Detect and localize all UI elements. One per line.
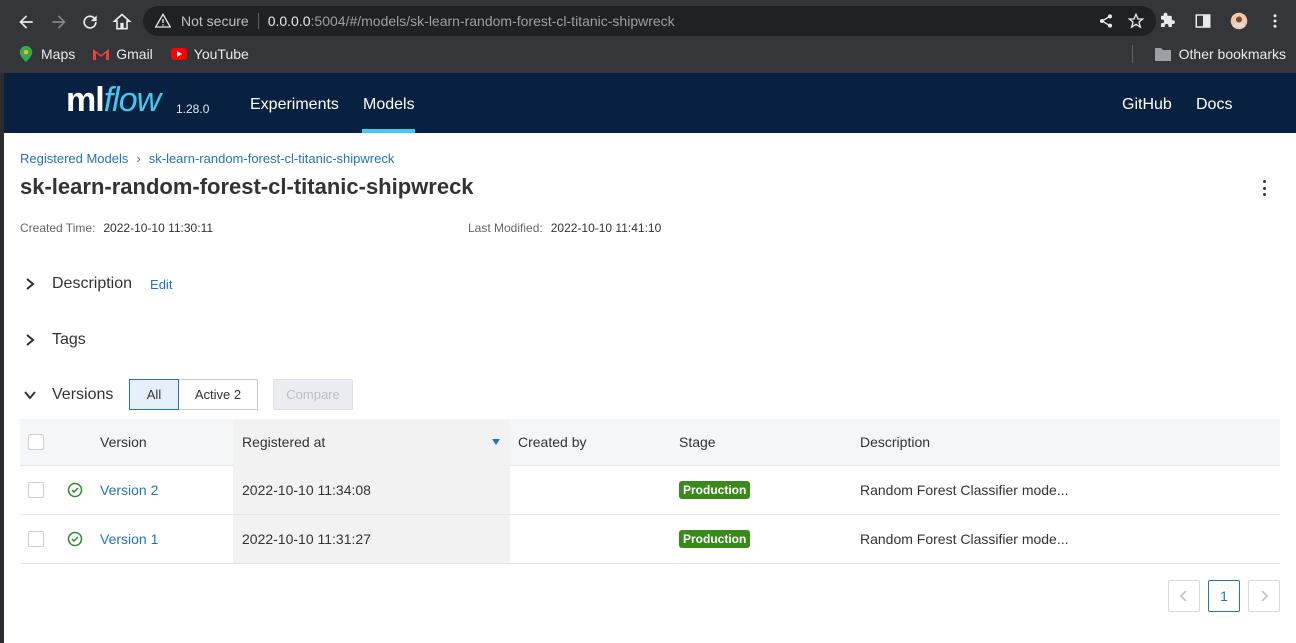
url-path: :5004/#/models/sk-learn-random-forest-cl…	[310, 13, 675, 29]
address-bar[interactable]: Not secure 0.0.0.0:5004/#/models/sk-lear…	[143, 6, 1156, 36]
folder-icon	[1154, 48, 1171, 61]
chevron-right-icon: ›	[136, 151, 141, 166]
row-checkbox[interactable]	[28, 531, 44, 547]
logo-ml: ml	[66, 81, 105, 119]
other-bookmarks[interactable]: Other bookmarks	[1154, 46, 1286, 62]
page-title: sk-learn-random-forest-cl-titanic-shipwr…	[20, 174, 474, 199]
bookmark-label: Gmail	[116, 46, 153, 62]
table-row: Version 1 2022-10-10 11:31:27 Production…	[20, 515, 1280, 564]
edit-description-link[interactable]: Edit	[150, 277, 172, 292]
row-checkbox[interactable]	[28, 482, 44, 498]
bookmark-youtube[interactable]: YouTube	[170, 46, 249, 62]
description-cell: Random Forest Classifier mode...	[860, 531, 1069, 547]
prev-page-button[interactable]	[1168, 580, 1200, 612]
created-time: Created Time: 2022-10-10 11:30:11	[20, 221, 213, 235]
version-link[interactable]: Version 1	[100, 531, 158, 547]
reload-icon[interactable]	[76, 8, 104, 36]
bookmarks-bar: Maps Gmail YouTube Other bookmarks	[0, 40, 1296, 68]
stage-badge: Production	[679, 481, 751, 499]
version-filter: All Active 2	[129, 379, 258, 410]
filter-all-button[interactable]: All	[129, 379, 179, 410]
bookmark-star-icon[interactable]	[1128, 13, 1144, 29]
warning-icon	[155, 13, 171, 28]
description-cell: Random Forest Classifier mode...	[860, 482, 1069, 498]
tags-section[interactable]: Tags	[20, 330, 86, 350]
created-time-value: 2022-10-10 11:30:11	[103, 221, 214, 235]
logo-flow: flow	[103, 81, 161, 119]
version-label: 1.28.0	[176, 102, 210, 116]
profile-avatar[interactable]	[1230, 12, 1248, 30]
check-circle-icon	[67, 482, 83, 498]
chevron-left-icon	[1180, 590, 1187, 602]
created-time-label: Created Time:	[20, 221, 96, 235]
extensions-icon[interactable]	[1158, 12, 1176, 30]
other-bookmarks-label: Other bookmarks	[1178, 46, 1286, 62]
select-all-checkbox[interactable]	[28, 434, 44, 450]
page-content: mlflow 1.28.0 Experiments Models GitHub …	[4, 73, 1296, 643]
table-row: Version 2 2022-10-10 11:34:08 Production…	[20, 466, 1280, 515]
description-section[interactable]: Description Edit	[20, 274, 172, 294]
chevron-right-icon[interactable]	[20, 274, 40, 294]
side-panel-icon[interactable]	[1194, 12, 1212, 30]
breadcrumb-current-model[interactable]: sk-learn-random-forest-cl-titanic-shipwr…	[149, 151, 395, 166]
header-created-by[interactable]: Created by	[518, 434, 586, 450]
next-page-button[interactable]	[1248, 580, 1280, 612]
gmail-icon	[93, 46, 110, 62]
forward-arrow-icon[interactable]	[45, 8, 73, 36]
more-options-icon[interactable]	[1258, 178, 1270, 198]
description-title: Description	[52, 275, 133, 292]
breadcrumb: Registered Models › sk-learn-random-fore…	[20, 151, 394, 166]
home-icon[interactable]	[108, 8, 136, 36]
last-modified: Last Modified: 2022-10-10 11:41:10	[468, 221, 661, 235]
tags-title: Tags	[52, 331, 86, 348]
bookmark-label: Maps	[41, 46, 76, 62]
url-host: 0.0.0.0	[267, 13, 311, 29]
last-modified-label: Last Modified:	[468, 221, 543, 235]
last-modified-value: 2022-10-10 11:41:10	[550, 221, 662, 235]
header-description[interactable]: Description	[860, 434, 930, 450]
chevron-right-icon	[1261, 590, 1268, 602]
page-1-button[interactable]: 1	[1208, 580, 1240, 612]
youtube-icon	[170, 46, 187, 62]
mlflow-logo[interactable]: mlflow	[66, 81, 161, 120]
nav-experiments[interactable]: Experiments	[250, 96, 339, 114]
check-circle-icon	[67, 531, 83, 547]
bookmark-maps[interactable]: Maps	[18, 46, 75, 62]
versions-section[interactable]: Versions	[20, 385, 113, 405]
stage-badge: Production	[679, 530, 751, 548]
registered-at-cell: 2022-10-10 11:34:08	[242, 482, 371, 498]
header-version[interactable]: Version	[100, 434, 147, 450]
nav-docs[interactable]: Docs	[1196, 96, 1232, 114]
separator	[257, 13, 259, 29]
bookmarks-divider	[1132, 45, 1133, 63]
versions-table: Version Registered at Created by Stage D…	[20, 419, 1280, 564]
nav-models[interactable]: Models	[363, 96, 415, 114]
header-registered-at[interactable]: Registered at	[242, 434, 325, 450]
chevron-down-icon[interactable]	[20, 385, 40, 405]
chevron-right-icon[interactable]	[20, 330, 40, 350]
table-header: Version Registered at Created by Stage D…	[20, 419, 1280, 564]
back-arrow-icon[interactable]	[12, 8, 40, 36]
registered-at-cell: 2022-10-10 11:31:27	[242, 531, 371, 547]
share-icon[interactable]	[1098, 13, 1114, 29]
filter-active-button[interactable]: Active 2	[179, 379, 258, 410]
version-link[interactable]: Version 2	[100, 482, 158, 498]
maps-pin-icon	[18, 46, 34, 62]
header-stage[interactable]: Stage	[679, 434, 716, 450]
bookmark-gmail[interactable]: Gmail	[93, 46, 153, 62]
bookmark-label: YouTube	[193, 46, 249, 62]
nav-active-indicator	[362, 129, 415, 133]
breadcrumb-registered-models[interactable]: Registered Models	[20, 151, 128, 166]
not-secure-label: Not secure	[181, 13, 249, 29]
sort-descending-icon[interactable]	[492, 439, 500, 445]
app-header: mlflow 1.28.0 Experiments Models GitHub …	[4, 73, 1296, 133]
browser-toolbar: Not secure 0.0.0.0:5004/#/models/sk-lear…	[0, 0, 1296, 73]
nav-github[interactable]: GitHub	[1122, 96, 1172, 114]
compare-button[interactable]: Compare	[273, 379, 353, 410]
versions-title: Versions	[52, 386, 114, 403]
browser-menu-icon[interactable]	[1266, 12, 1284, 30]
